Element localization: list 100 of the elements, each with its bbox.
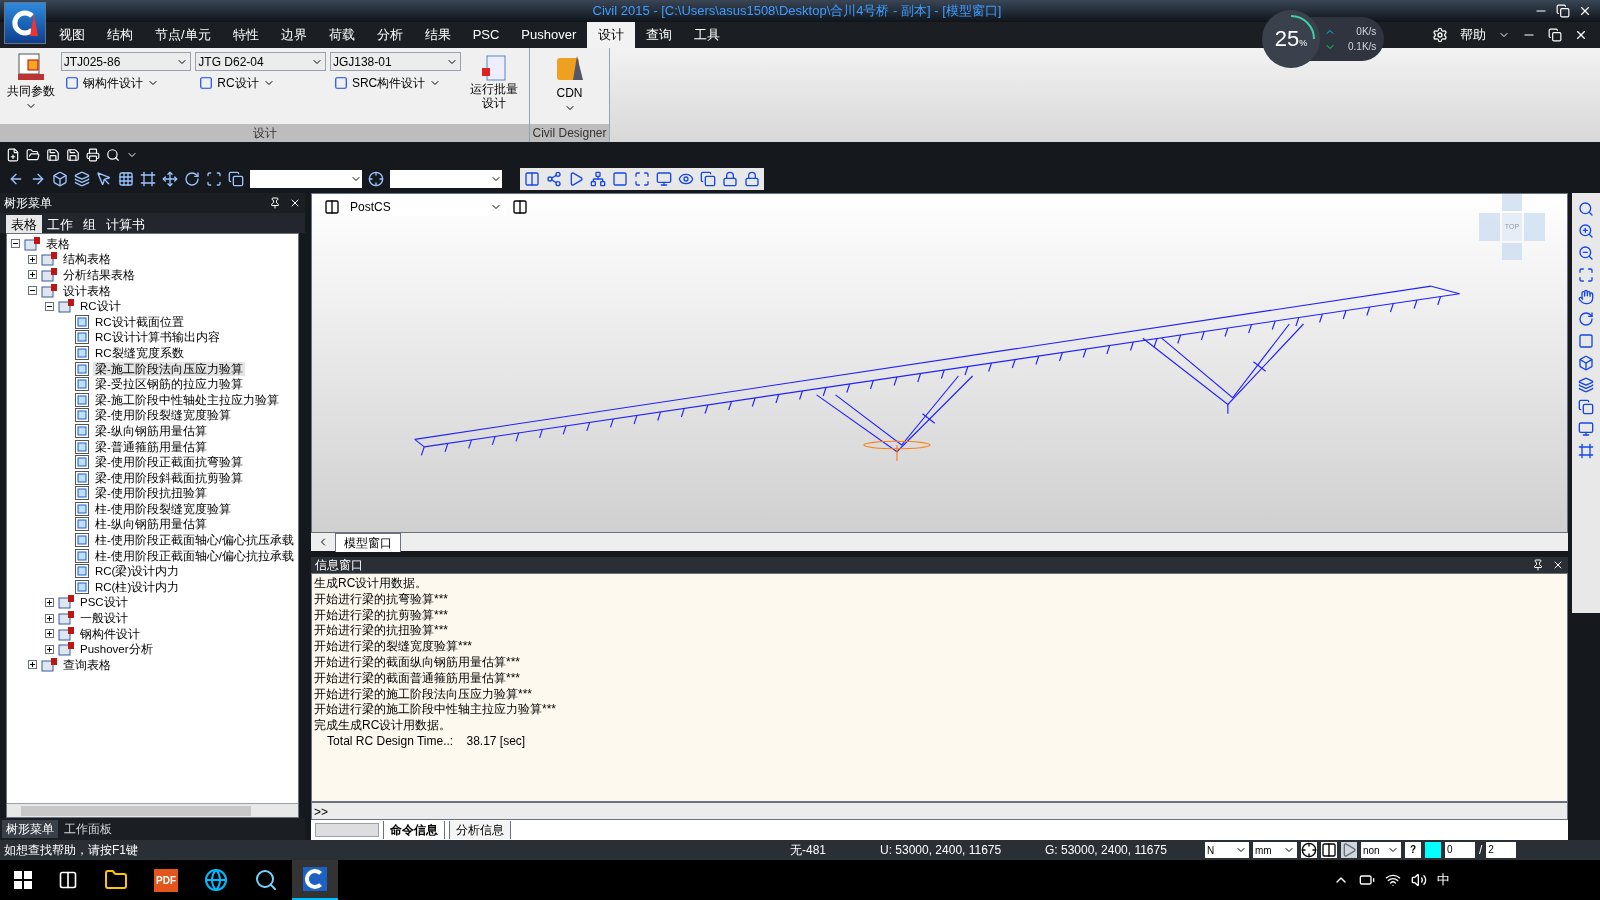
- menu-tab[interactable]: 荷载: [317, 22, 366, 48]
- total-spinner[interactable]: 2: [1486, 842, 1517, 858]
- tree-item[interactable]: 梁-受拉区钢筋的拉应力验算: [93, 377, 245, 392]
- mode-select[interactable]: non: [1361, 842, 1401, 858]
- tree-item[interactable]: 柱-使用阶段正截面轴心/偏心抗拉承载: [93, 548, 297, 563]
- grid-icon[interactable]: [118, 171, 134, 187]
- pin-icon[interactable]: [1532, 559, 1544, 571]
- copy-icon[interactable]: [700, 171, 716, 187]
- step-spinner[interactable]: 0: [1445, 842, 1475, 858]
- zoom-in-icon[interactable]: [1578, 223, 1594, 239]
- fit-icon[interactable]: [1578, 267, 1594, 283]
- panel-tab[interactable]: 计算书: [101, 215, 150, 233]
- design-menu-button[interactable]: 钢构件设计: [60, 74, 192, 92]
- columns-icon[interactable]: [524, 171, 540, 187]
- design-menu-button[interactable]: SRC构件设计: [329, 74, 461, 92]
- monitor-icon[interactable]: [1578, 421, 1594, 437]
- axis-toggle-icon[interactable]: [512, 199, 528, 215]
- layers-icon[interactable]: [1578, 377, 1594, 393]
- search-icon[interactable]: [1578, 201, 1594, 217]
- file-explorer-icon[interactable]: [104, 868, 128, 892]
- panel-tab[interactable]: 工作面板: [60, 820, 116, 838]
- menu-tab[interactable]: 查询: [635, 22, 684, 48]
- menu-tab[interactable]: 节点/单元: [144, 22, 222, 48]
- menu-tab[interactable]: 结构: [96, 22, 144, 48]
- expand-toggle[interactable]: [28, 660, 37, 670]
- menu-tab[interactable]: 工具: [683, 22, 732, 48]
- pin-icon[interactable]: [269, 197, 281, 209]
- undo-icon[interactable]: [8, 171, 24, 187]
- panel-tab[interactable]: 工作: [42, 215, 78, 233]
- tree-item[interactable]: 梁-使用阶段裂缝宽度验算: [93, 408, 233, 423]
- tree-item[interactable]: 设计表格: [61, 283, 113, 298]
- expand-toggle[interactable]: [28, 270, 37, 280]
- collapse-toggle[interactable]: [45, 301, 54, 311]
- expand-toggle[interactable]: [45, 644, 54, 654]
- open-folder-icon[interactable]: [26, 148, 40, 162]
- copy-icon[interactable]: [228, 171, 244, 187]
- tree-item[interactable]: 梁-使用阶段抗扭验算: [93, 486, 209, 501]
- monitor-icon[interactable]: [656, 171, 672, 187]
- play-icon[interactable]: [568, 171, 584, 187]
- tree-item[interactable]: 梁-普通箍筋用量估算: [93, 439, 209, 454]
- restore-button[interactable]: [1556, 4, 1570, 18]
- search-app-icon[interactable]: [254, 868, 278, 892]
- square-icon[interactable]: [612, 171, 628, 187]
- close-button[interactable]: [1552, 559, 1564, 571]
- tree-item[interactable]: PSC设计: [78, 595, 130, 610]
- square-icon[interactable]: [1578, 333, 1594, 349]
- tree-item[interactable]: RC设计: [78, 299, 123, 314]
- box-icon[interactable]: [52, 171, 68, 187]
- wifi-icon[interactable]: [1385, 872, 1401, 888]
- layers-icon[interactable]: [74, 171, 90, 187]
- task-view-icon[interactable]: [58, 870, 78, 890]
- tree-item[interactable]: 柱-使用阶段裂缝宽度验算: [93, 501, 233, 516]
- network-icon[interactable]: [590, 171, 606, 187]
- nodes-icon[interactable]: [546, 171, 562, 187]
- output-tab[interactable]: 分析信息: [449, 821, 511, 839]
- tree-item[interactable]: 梁-使用阶段正截面抗弯验算: [93, 455, 245, 470]
- help-icon[interactable]: ?: [1405, 842, 1421, 858]
- menu-tab[interactable]: PSC: [461, 22, 511, 48]
- app-logo-icon[interactable]: [4, 2, 46, 44]
- menu-tab[interactable]: 结果: [413, 22, 462, 48]
- design-menu-button[interactable]: RC设计: [195, 74, 326, 92]
- common-params-button[interactable]: 共同参数: [6, 52, 57, 112]
- start-button-icon[interactable]: [14, 871, 32, 889]
- settings-icon[interactable]: [1432, 27, 1448, 43]
- batch-design-button[interactable]: 运行批量 设计: [464, 52, 523, 110]
- help-menu[interactable]: 帮助: [1460, 25, 1486, 45]
- tree-item[interactable]: 梁-施工阶段中性轴处主拉应力验算: [93, 392, 281, 407]
- tree-item[interactable]: 梁-施工阶段法向压应力验算: [93, 361, 245, 376]
- panel-tab[interactable]: 组: [78, 215, 101, 233]
- redo-icon[interactable]: [30, 171, 46, 187]
- tree-item[interactable]: 表格: [44, 236, 72, 251]
- active-app-icon[interactable]: [292, 860, 338, 900]
- lock-icon[interactable]: [744, 171, 760, 187]
- tree-item[interactable]: 梁-纵向钢筋用量估算: [93, 423, 209, 438]
- box-icon[interactable]: [1578, 355, 1594, 371]
- menu-tab[interactable]: 特性: [221, 22, 270, 48]
- pdf-app-icon[interactable]: PDF: [154, 868, 178, 892]
- pointer-icon[interactable]: [96, 171, 112, 187]
- code-select[interactable]: JTJ025-86: [60, 52, 192, 71]
- browser-icon[interactable]: [204, 868, 228, 892]
- crosshair-icon[interactable]: [368, 171, 384, 187]
- tree-item[interactable]: Pushover分析: [78, 642, 155, 657]
- battery-icon[interactable]: [1359, 872, 1375, 888]
- menu-tab[interactable]: Pushover: [510, 22, 588, 48]
- frame-icon[interactable]: [1578, 443, 1594, 459]
- close-button[interactable]: [1578, 4, 1592, 18]
- close-button[interactable]: [289, 197, 301, 209]
- close-button[interactable]: [1574, 28, 1588, 42]
- expand-toggle[interactable]: [45, 613, 54, 623]
- code-select[interactable]: JGJ138-01: [329, 52, 461, 71]
- volume-icon[interactable]: [1411, 872, 1427, 888]
- grid-snap-icon[interactable]: [1321, 842, 1337, 858]
- tree-item[interactable]: RC(梁)设计内力: [93, 564, 182, 579]
- tree-item[interactable]: 一般设计: [78, 611, 130, 626]
- menu-tab[interactable]: 设计: [587, 22, 636, 48]
- expand-toggle[interactable]: [45, 597, 54, 607]
- output-tab[interactable]: 命令信息: [383, 821, 445, 839]
- print-preview-icon[interactable]: [106, 148, 120, 162]
- code-select[interactable]: JTG D62-04: [195, 52, 326, 71]
- tree-item[interactable]: 钢构件设计: [78, 626, 142, 641]
